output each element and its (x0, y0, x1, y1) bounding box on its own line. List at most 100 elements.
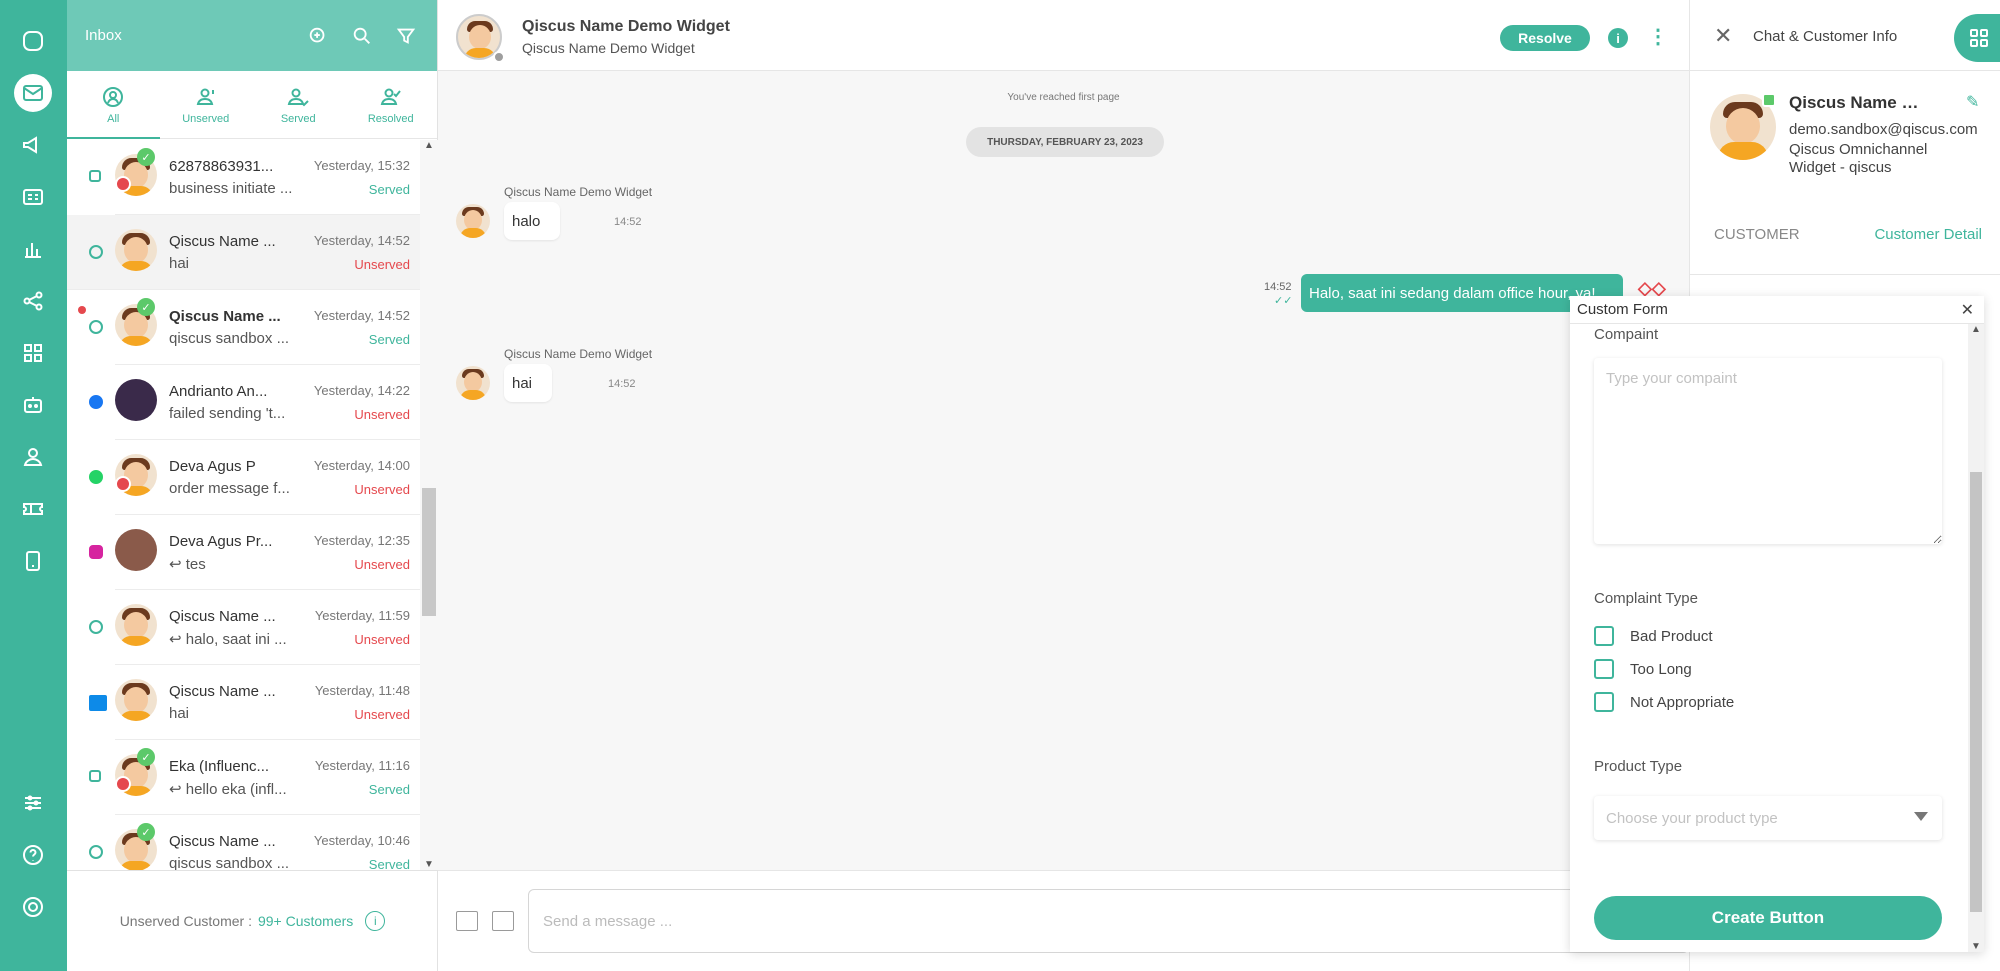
message-input[interactable] (528, 889, 1689, 953)
add-chat-icon[interactable] (305, 23, 331, 49)
room-list-scroll-thumb[interactable] (422, 488, 436, 616)
checkbox[interactable] (1594, 659, 1614, 679)
tab-all[interactable]: All (67, 71, 160, 139)
room-list-item-selected[interactable]: Qiscus Name ... hai Yesterday, 14:52 Uns… (67, 215, 420, 290)
room-list-item[interactable]: Andrianto An... failed sending 't... Yes… (89, 365, 420, 440)
info-icon[interactable]: i (1608, 28, 1628, 48)
expired-badge-icon (115, 176, 131, 192)
close-icon[interactable]: ✕ (1714, 24, 1732, 48)
chevron-down-icon (1914, 812, 1928, 821)
room-list-item[interactable]: Qiscus Name ... ↩ halo, saat ini ... Yes… (89, 590, 420, 665)
room-name: 62878863931... (169, 158, 274, 175)
complaint-textarea[interactable] (1594, 358, 1942, 544)
unserved-label: Unserved Customer : (119, 913, 252, 929)
mobile-device-icon[interactable] (14, 542, 52, 580)
complaint-label: Compaint (1594, 326, 1659, 343)
filter-icon[interactable] (393, 23, 419, 49)
bot-icon[interactable] (14, 386, 52, 424)
info-icon[interactable]: i (365, 911, 386, 931)
room-status: Unserved (354, 632, 410, 647)
room-time: Yesterday, 14:52 (313, 233, 410, 248)
room-list-item[interactable]: Deva Agus Pr... ↩ tes Yesterday, 12:35 U… (89, 515, 420, 590)
expired-badge-icon (115, 476, 131, 492)
room-list-item[interactable]: ✓ Eka (Influenc... ↩ hello eka (infl... … (89, 740, 420, 815)
unserved-count[interactable]: 99+ Customers (258, 913, 353, 929)
modal-scrollbar[interactable]: ▲ ▼ (1968, 324, 1984, 952)
room-list-item[interactable]: ✓ 62878863931... business initiate ... Y… (89, 140, 420, 215)
edit-pencil-icon[interactable]: ✎ (1966, 92, 1979, 112)
room-status: Unserved (354, 257, 410, 272)
search-icon[interactable] (349, 23, 375, 49)
broadcast-megaphone-icon[interactable] (14, 126, 52, 164)
app: Inbox All Unserved Served Resolved ✓ 628… (0, 0, 2000, 971)
apps-grid-icon[interactable] (14, 334, 52, 372)
checkbox[interactable] (1594, 692, 1614, 712)
room-time: Yesterday, 14:52 (313, 308, 410, 323)
message-composer (438, 870, 1689, 971)
help-question-icon[interactable] (14, 836, 52, 874)
tab-resolved-label: Resolved (367, 112, 414, 125)
chat-header: Qiscus Name Demo Widget Qiscus Name Demo… (438, 0, 1689, 71)
room-list-item[interactable]: Qiscus Name ... hai Yesterday, 11:48 Uns… (89, 665, 420, 740)
settings-sliders-icon[interactable] (14, 784, 52, 822)
room-list-item[interactable]: ✓ Qiscus Name ... qiscus sandbox ... Yes… (78, 290, 420, 365)
room-status: Unserved (354, 707, 410, 722)
message-bubble[interactable]: halo (504, 202, 561, 240)
option-too-long[interactable]: Too Long (1594, 659, 1692, 679)
power-status-icon[interactable] (14, 888, 52, 926)
modal-header: Custom Form ✕ (1570, 296, 1984, 324)
chat-bubble-icon[interactable] (14, 22, 52, 60)
inbox-header: Inbox (67, 0, 437, 71)
chat-panel: Qiscus Name Demo Widget Qiscus Name Demo… (438, 0, 1689, 971)
analytics-chart-icon[interactable] (14, 230, 52, 268)
scroll-down-icon[interactable]: ▼ (424, 859, 434, 870)
room-status: Served (368, 182, 410, 197)
option-not-appropriate[interactable]: Not Appropriate (1594, 692, 1734, 712)
chat-title: Qiscus Name Demo Widget (522, 18, 730, 35)
scroll-up-icon[interactable]: ▲ (1971, 324, 1981, 335)
chat-subtitle: Qiscus Name Demo Widget (522, 40, 695, 56)
inbox-mail-icon[interactable] (14, 74, 52, 112)
avatar (115, 529, 157, 571)
room-time: Yesterday, 12:35 (313, 533, 410, 548)
tab-customer[interactable]: CUSTOMER (1714, 226, 1800, 243)
agent-user-icon[interactable] (14, 438, 52, 476)
tab-customer-detail[interactable]: Customer Detail (1874, 226, 1982, 243)
product-type-select[interactable]: Choose your product type (1594, 796, 1942, 840)
room-name: Qiscus Name ... (169, 608, 276, 625)
checkbox[interactable] (1594, 626, 1614, 646)
create-button[interactable]: Create Button (1594, 896, 1942, 940)
tab-served[interactable]: Served (252, 71, 345, 138)
room-list-scrollbar[interactable]: ▲ ▼ (420, 140, 438, 870)
modal-scroll-thumb[interactable] (1970, 472, 1982, 912)
scroll-down-icon[interactable]: ▼ (1971, 941, 1981, 952)
avatar (115, 229, 157, 271)
scroll-up-icon[interactable]: ▲ (424, 140, 434, 151)
option-bad-product[interactable]: Bad Product (1594, 626, 1713, 646)
integration-share-icon[interactable] (14, 282, 52, 320)
room-preview: ↩ halo, saat ini ... (169, 631, 287, 648)
room-name: Deva Agus P (169, 458, 256, 475)
room-name: Qiscus Name ... (169, 233, 276, 250)
tab-resolved[interactable]: Resolved (345, 71, 438, 138)
room-status: Unserved (354, 482, 410, 497)
tab-unserved[interactable]: Unserved (160, 71, 253, 138)
room-time: Yesterday, 14:22 (313, 383, 410, 398)
room-list-item[interactable]: Deva Agus P order message f... Yesterday… (89, 440, 420, 515)
ticket-icon[interactable] (14, 490, 52, 528)
resolved-user-icon (380, 88, 401, 105)
contacts-card-icon[interactable] (14, 178, 52, 216)
channel-widget-icon (89, 320, 103, 334)
template-icon[interactable] (456, 911, 478, 931)
apps-grid-icon[interactable] (1954, 14, 2000, 62)
more-options-icon[interactable]: ⋮ (1648, 24, 1668, 50)
room-list-item[interactable]: ✓ Qiscus Name ... qiscus sandbox ... Yes… (89, 815, 420, 870)
room-name: Qiscus Name ... (169, 683, 276, 700)
customer-email: demo.sandbox@qiscus.com (1789, 121, 1978, 138)
close-icon[interactable]: ✕ (1961, 300, 1974, 320)
room-status: Served (368, 332, 410, 347)
resolve-button[interactable]: Resolve (1500, 25, 1590, 51)
complaint-type-label: Complaint Type (1594, 590, 1698, 607)
message-bubble[interactable]: hai (504, 364, 553, 402)
image-attach-icon[interactable] (492, 911, 514, 931)
